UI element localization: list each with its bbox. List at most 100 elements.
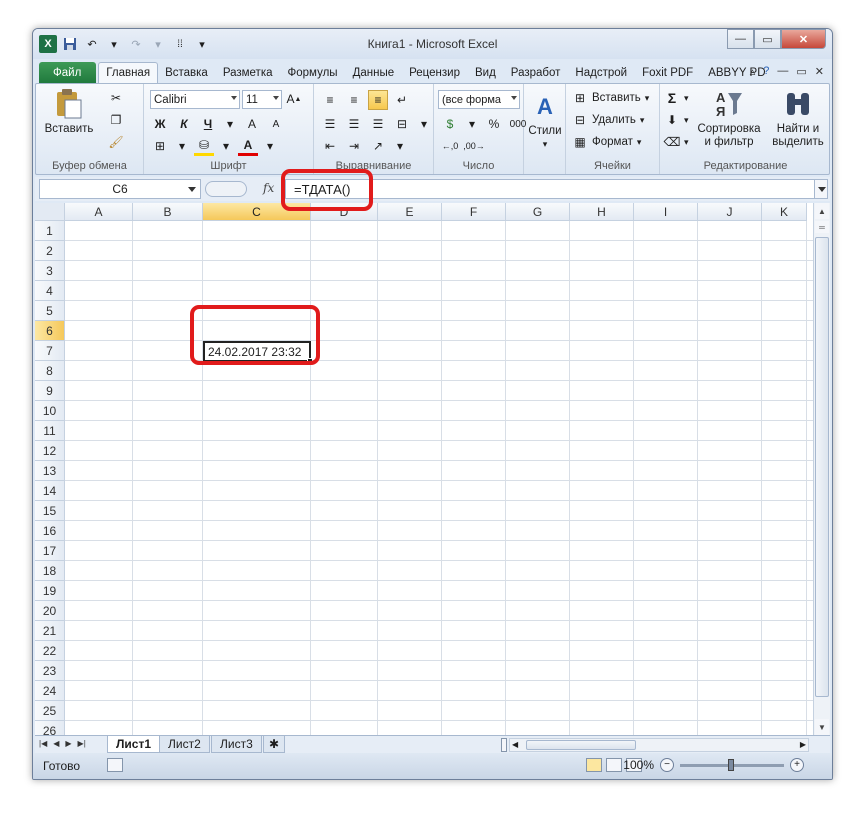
borders-icon[interactable]: ⊞: [150, 136, 170, 156]
row-header-25[interactable]: 25: [35, 701, 65, 721]
row-header-21[interactable]: 21: [35, 621, 65, 641]
row-header-17[interactable]: 17: [35, 541, 65, 561]
fill-down-icon[interactable]: ⬇: [664, 112, 680, 128]
column-header-k[interactable]: K: [762, 203, 807, 221]
fill-dropdown-icon[interactable]: ▾: [218, 138, 234, 154]
underline-button[interactable]: Ч: [198, 114, 218, 134]
column-header-i[interactable]: I: [634, 203, 698, 221]
expand-formula-bar-button[interactable]: [814, 179, 828, 199]
macro-record-icon[interactable]: [107, 758, 123, 772]
tab-review[interactable]: Рецензир: [402, 62, 468, 83]
help-icon[interactable]: ?: [763, 65, 769, 78]
split-box[interactable]: ═: [815, 221, 829, 233]
insert-function-icon[interactable]: fx: [263, 181, 274, 195]
row-header-12[interactable]: 12: [35, 441, 65, 461]
zoom-in-icon[interactable]: +: [790, 758, 804, 772]
row-header-20[interactable]: 20: [35, 601, 65, 621]
close-button[interactable]: ✕: [781, 29, 826, 49]
sheet-tab-2[interactable]: Лист2: [159, 736, 210, 753]
horizontal-scroll-thumb[interactable]: [526, 740, 636, 750]
align-left-icon[interactable]: ☰: [320, 114, 340, 134]
row-header-10[interactable]: 10: [35, 401, 65, 421]
wrap-text-icon[interactable]: ↵: [392, 90, 412, 110]
italic-button[interactable]: К: [174, 114, 194, 134]
column-header-a[interactable]: A: [65, 203, 133, 221]
underline-dropdown-icon[interactable]: ▾: [222, 116, 238, 132]
grow-font-icon[interactable]: A ▲: [284, 89, 304, 109]
minimize-ribbon-icon[interactable]: ▵: [750, 65, 756, 78]
increase-decimal-icon[interactable]: ←,0: [440, 136, 460, 156]
paste-button[interactable]: Вставить: [44, 88, 94, 136]
font-name-select[interactable]: Calibri: [150, 90, 240, 109]
sort-filter-button[interactable]: АЯ Сортировка и фильтр: [694, 88, 764, 149]
cut-icon[interactable]: ✂: [108, 90, 124, 106]
align-right-icon[interactable]: ☰: [368, 114, 388, 134]
merge-dropdown-icon[interactable]: ▾: [416, 116, 432, 132]
next-sheet-icon[interactable]: ▶: [65, 739, 71, 748]
zoom-out-icon[interactable]: −: [660, 758, 674, 772]
grow-font-alt-icon[interactable]: A: [242, 114, 262, 134]
currency-dropdown-icon[interactable]: ▾: [464, 116, 480, 132]
insert-cells-button[interactable]: ⊞ Вставить ▾: [572, 90, 649, 106]
row-header-5[interactable]: 5: [35, 301, 65, 321]
copy-icon[interactable]: ❐: [108, 112, 124, 128]
align-center-icon[interactable]: ☰: [344, 114, 364, 134]
zoom-slider-knob[interactable]: [728, 758, 734, 771]
clear-icon[interactable]: ⌫: [664, 134, 681, 150]
column-header-f[interactable]: F: [442, 203, 506, 221]
fill-color-icon[interactable]: ⛁: [194, 136, 214, 156]
zoom-slider[interactable]: [680, 758, 784, 771]
row-header-26[interactable]: 26: [35, 721, 65, 735]
doc-restore-icon[interactable]: ▭: [796, 65, 806, 78]
row-header-4[interactable]: 4: [35, 281, 65, 301]
tab-insert[interactable]: Вставка: [158, 62, 216, 83]
horizontal-scrollbar[interactable]: ◀ ▶: [509, 738, 809, 752]
row-header-6[interactable]: 6: [35, 321, 65, 341]
tab-page-layout[interactable]: Разметка: [216, 62, 281, 83]
row-header-18[interactable]: 18: [35, 561, 65, 581]
align-top-icon[interactable]: ≡: [320, 90, 340, 110]
merge-cells-icon[interactable]: ⊟: [392, 114, 412, 134]
row-header-24[interactable]: 24: [35, 681, 65, 701]
row-header-14[interactable]: 14: [35, 481, 65, 501]
format-cells-button[interactable]: ▦ Формат ▾: [572, 134, 641, 150]
scroll-left-icon[interactable]: ◀: [512, 740, 518, 749]
orientation-icon[interactable]: ↗: [368, 136, 388, 156]
scroll-right-icon[interactable]: ▶: [800, 740, 806, 749]
increase-indent-icon[interactable]: ⇥: [344, 136, 364, 156]
vertical-scroll-thumb[interactable]: [815, 237, 829, 697]
styles-button[interactable]: A Стили ▾: [526, 90, 564, 151]
sheet-tab-3[interactable]: Лист3: [211, 736, 262, 753]
tab-data[interactable]: Данные: [346, 62, 403, 83]
delete-cells-button[interactable]: ⊟ Удалить ▾: [572, 112, 644, 128]
autosum-dropdown-icon[interactable]: ▾: [684, 93, 689, 104]
zoom-level[interactable]: 100%: [623, 758, 654, 772]
decrease-decimal-icon[interactable]: ,00→: [463, 136, 485, 156]
find-select-button[interactable]: Найти и выделить: [768, 88, 828, 149]
font-color-icon[interactable]: A: [238, 136, 258, 156]
tab-split-handle[interactable]: [501, 738, 507, 752]
first-sheet-icon[interactable]: |◀: [39, 739, 47, 748]
insert-sheet-icon[interactable]: ✱: [263, 736, 286, 753]
doc-close-icon[interactable]: ✕: [815, 65, 824, 78]
tab-view[interactable]: Вид: [468, 62, 504, 83]
borders-dropdown-icon[interactable]: ▾: [174, 138, 190, 154]
scroll-up-icon[interactable]: ▲: [815, 203, 829, 219]
column-header-g[interactable]: G: [506, 203, 570, 221]
sheet-tab-1[interactable]: Лист1: [107, 736, 161, 753]
row-header-2[interactable]: 2: [35, 241, 65, 261]
prev-sheet-icon[interactable]: ◀: [53, 739, 59, 748]
shrink-font-icon[interactable]: A: [266, 114, 286, 134]
decrease-indent-icon[interactable]: ⇤: [320, 136, 340, 156]
row-header-11[interactable]: 11: [35, 421, 65, 441]
row-header-15[interactable]: 15: [35, 501, 65, 521]
number-format-select[interactable]: (все форма: [438, 90, 520, 109]
column-header-h[interactable]: H: [570, 203, 634, 221]
tab-home[interactable]: Главная: [98, 62, 159, 83]
orientation-dropdown-icon[interactable]: ▾: [392, 138, 408, 154]
select-all-button[interactable]: [35, 203, 65, 221]
column-header-j[interactable]: J: [698, 203, 762, 221]
align-bottom-icon[interactable]: ≡: [368, 90, 388, 110]
font-size-select[interactable]: 11: [242, 90, 282, 109]
tab-file[interactable]: Файл: [39, 62, 97, 83]
